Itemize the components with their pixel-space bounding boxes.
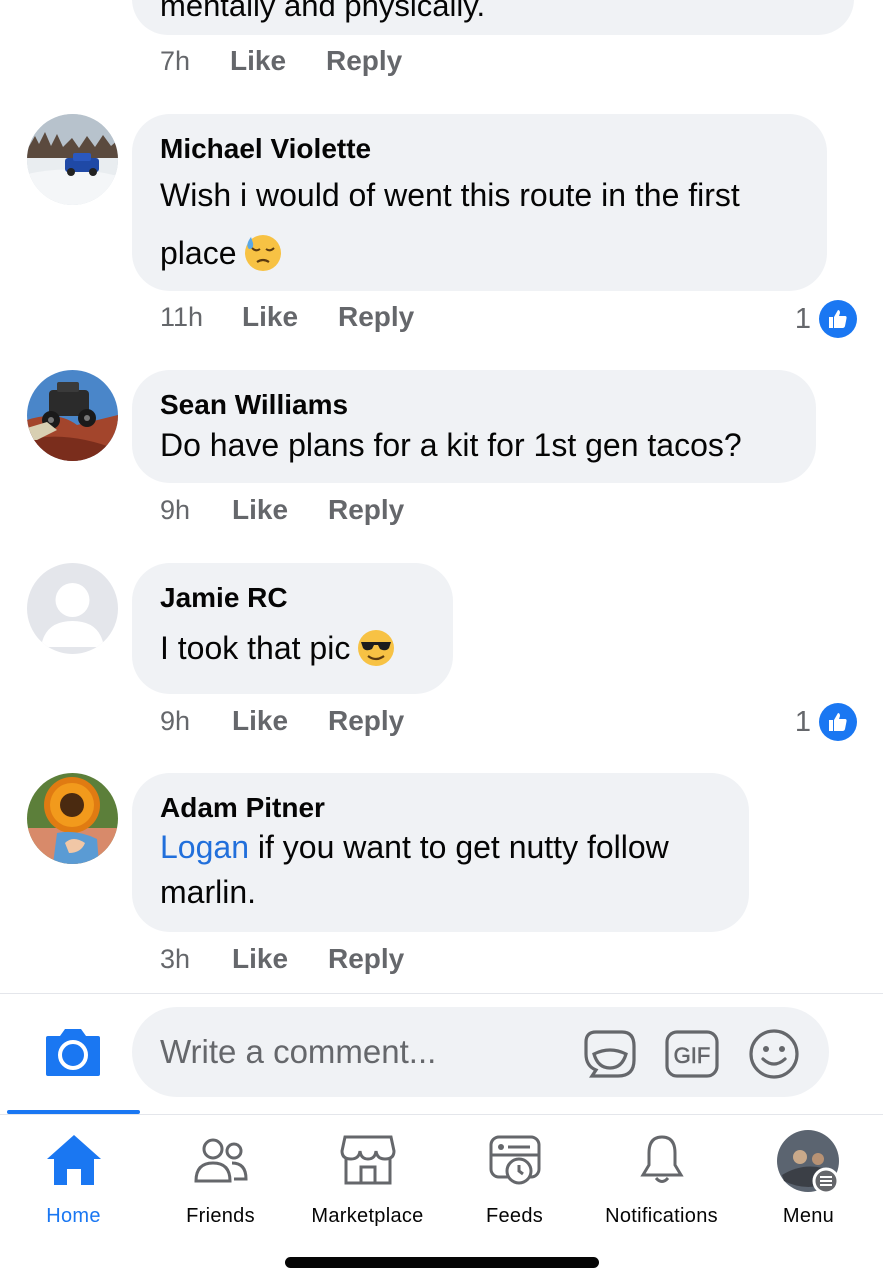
comment-text: Logan if you want to get nutty follow ma… bbox=[160, 825, 721, 915]
comment-time: 11h bbox=[160, 301, 204, 332]
like-button[interactable]: Like bbox=[232, 943, 328, 975]
reply-button[interactable]: Reply bbox=[328, 494, 404, 526]
commenter-name[interactable]: Jamie RC bbox=[160, 581, 425, 615]
tab-home[interactable]: Home bbox=[0, 1115, 147, 1235]
tab-marketplace[interactable]: Marketplace bbox=[294, 1115, 441, 1235]
tab-menu[interactable]: Menu bbox=[735, 1115, 882, 1235]
commenter-name[interactable]: Sean Williams bbox=[160, 388, 788, 422]
bottom-tab-bar: Home Friends Marketplace Feeds Notificat… bbox=[0, 1114, 883, 1280]
comment-bubble[interactable]: Sean Williams Do have plans for a kit fo… bbox=[132, 370, 816, 483]
comment-text: Wish i would of went this route in the f… bbox=[160, 166, 799, 282]
camera-icon[interactable] bbox=[44, 1024, 102, 1080]
avatar[interactable] bbox=[27, 773, 118, 864]
reply-button[interactable]: Reply bbox=[326, 45, 402, 77]
comment-time: 9h bbox=[160, 705, 191, 736]
reaction-summary[interactable]: 1 bbox=[795, 300, 857, 338]
avatar[interactable] bbox=[27, 370, 118, 461]
comment-composer: GIF bbox=[0, 993, 883, 1111]
gif-icon[interactable]: GIF bbox=[664, 1026, 720, 1082]
reply-button[interactable]: Reply bbox=[328, 705, 404, 737]
comment-text-word: if you want to get nutty follow bbox=[248, 829, 669, 865]
avatar[interactable] bbox=[27, 563, 118, 654]
comment-meta: 9h Like Reply bbox=[160, 705, 404, 737]
comment-text-word: place bbox=[160, 235, 237, 271]
comment-meta: 7h Like Reply bbox=[160, 45, 402, 77]
comment-text: I took that pic bbox=[160, 615, 425, 681]
comment-time: 3h bbox=[160, 943, 191, 974]
comment-meta: 3h Like Reply bbox=[160, 943, 404, 975]
comment-time: 7h bbox=[160, 45, 191, 76]
comment-text-line: place bbox=[160, 224, 799, 282]
friends-icon bbox=[193, 1138, 248, 1183]
emoji-icon[interactable] bbox=[746, 1026, 802, 1082]
bell-icon bbox=[639, 1135, 684, 1183]
comment-text: mentally and physically. bbox=[160, 0, 486, 23]
commenter-name[interactable]: Michael Violette bbox=[160, 132, 799, 166]
tab-label: Marketplace bbox=[311, 1205, 424, 1227]
comment-text-line: marlin. bbox=[160, 874, 257, 910]
mention-link[interactable]: Logan bbox=[160, 829, 249, 865]
feeds-icon bbox=[489, 1135, 540, 1185]
like-button[interactable]: Like bbox=[232, 494, 328, 526]
comment-bubble[interactable]: Adam Pitner Logan if you want to get nut… bbox=[132, 773, 749, 932]
comment-time: 9h bbox=[160, 494, 191, 525]
tab-label: Home bbox=[46, 1205, 101, 1227]
home-indicator bbox=[285, 1257, 599, 1268]
commenter-name[interactable]: Adam Pitner bbox=[160, 791, 721, 825]
tab-label: Friends bbox=[186, 1205, 255, 1227]
like-button[interactable]: Like bbox=[242, 301, 338, 333]
tab-label: Feeds bbox=[485, 1205, 544, 1227]
tab-notifications[interactable]: Notifications bbox=[588, 1115, 735, 1235]
thumbs-up-icon bbox=[819, 703, 857, 741]
tab-label: Notifications bbox=[605, 1205, 718, 1227]
comment-text-line: Logan if you want to get nutty follow bbox=[160, 825, 721, 870]
profile-menu-icon bbox=[776, 1130, 839, 1195]
reaction-summary[interactable]: 1 bbox=[795, 703, 857, 741]
comment-text-word: I took that pic bbox=[160, 630, 351, 666]
avatar-sticker-icon[interactable] bbox=[582, 1026, 638, 1082]
reaction-count: 1 bbox=[794, 705, 811, 738]
tab-label: Menu bbox=[782, 1205, 835, 1227]
like-button[interactable]: Like bbox=[230, 45, 326, 77]
downcast-face-with-sweat-icon bbox=[244, 234, 281, 271]
reply-button[interactable]: Reply bbox=[338, 301, 414, 333]
reaction-count: 1 bbox=[794, 302, 811, 335]
comment-meta: 11h Like Reply bbox=[160, 301, 414, 333]
thumbs-up-icon bbox=[819, 300, 857, 338]
comment-meta: 9h Like Reply bbox=[160, 494, 404, 526]
tab-feeds[interactable]: Feeds bbox=[441, 1115, 588, 1235]
svg-text:GIF: GIF bbox=[674, 1043, 711, 1068]
comment-bubble-previous: mentally and physically. bbox=[132, 0, 854, 35]
like-button[interactable]: Like bbox=[232, 705, 328, 737]
tab-friends[interactable]: Friends bbox=[147, 1115, 294, 1235]
comment-text: Do have plans for a kit for 1st gen taco… bbox=[160, 427, 742, 463]
home-icon bbox=[46, 1135, 101, 1185]
reply-button[interactable]: Reply bbox=[328, 943, 404, 975]
comment-bubble[interactable]: Jamie RC I took that pic bbox=[132, 563, 453, 694]
smiling-face-with-sunglasses-icon bbox=[358, 629, 395, 666]
comment-bubble[interactable]: Michael Violette Wish i would of went th… bbox=[132, 114, 827, 291]
comment-thread: mentally and physically. 7h Like Reply M… bbox=[0, 0, 883, 993]
comment-text-line: Wish i would of went this route in the f… bbox=[160, 177, 740, 213]
comment-input[interactable] bbox=[132, 1007, 829, 1097]
avatar[interactable] bbox=[27, 114, 118, 205]
marketplace-icon bbox=[339, 1135, 396, 1185]
